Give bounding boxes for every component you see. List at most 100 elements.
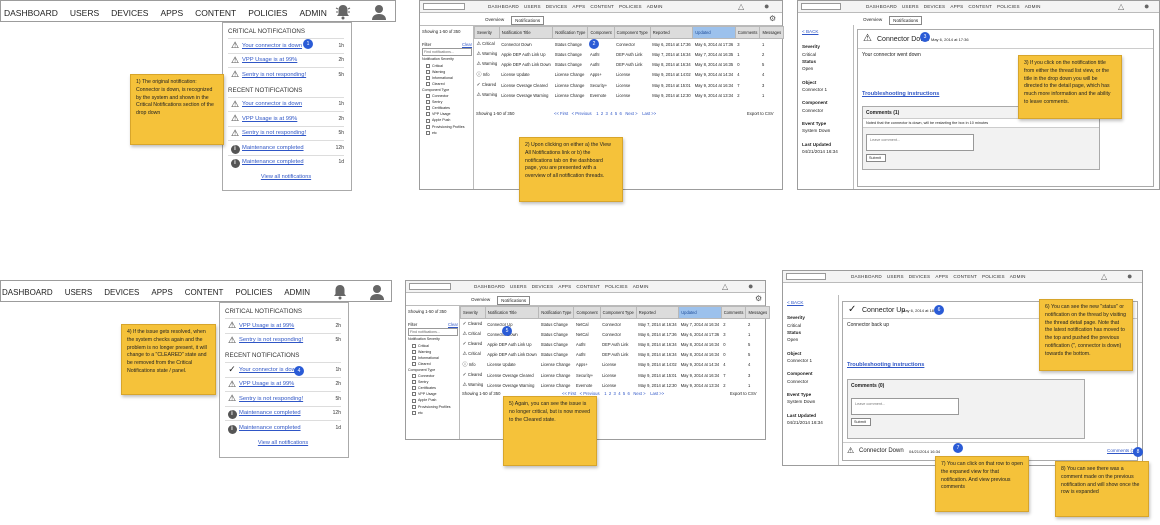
table-row[interactable]: ⚠ Warning License Overage Warning License …: [461, 380, 770, 390]
nav-apps[interactable]: APPS: [950, 4, 963, 9]
back-link[interactable]: < BACK: [802, 28, 850, 35]
nav-users[interactable]: USERS: [524, 4, 541, 9]
nav-apps[interactable]: APPS: [151, 288, 172, 297]
tab-notifications[interactable]: Notifications: [497, 296, 531, 305]
table-row[interactable]: ⚠ Warning Apple DEP Auth Link Down Status …: [475, 59, 784, 69]
table-row[interactable]: ⚠ Critical Apple DEP Auth Link Down Status…: [461, 349, 770, 359]
clear-filter-link[interactable]: Clear: [462, 41, 472, 48]
table-row[interactable]: ✓ Cleared License Overage Cleared License …: [475, 80, 784, 90]
table-row[interactable]: ⓘ Info License Update License Change Apps+ L…: [475, 69, 784, 80]
nav-dashboard[interactable]: DASHBOARD: [474, 284, 505, 289]
nav-dashboard[interactable]: DASHBOARD: [2, 288, 53, 297]
nav-policies[interactable]: POLICIES: [982, 274, 1005, 279]
checkbox[interactable]: [412, 392, 416, 397]
component-filter-option[interactable]: Provisioning Profiles: [422, 124, 472, 130]
column-header[interactable]: Severity: [474, 26, 500, 39]
bell-icon[interactable]: [335, 4, 351, 20]
checkbox[interactable]: [426, 63, 430, 68]
nav-devices[interactable]: DEVICES: [924, 4, 946, 9]
table-cell[interactable]: License Update: [485, 359, 539, 370]
column-header[interactable]: Comments: [720, 306, 747, 319]
notification-title-link[interactable]: Maintenance completed: [239, 410, 325, 416]
component-filter-option[interactable]: etc: [408, 410, 458, 416]
column-header[interactable]: Messages: [759, 26, 785, 39]
export-csv-button[interactable]: Export to CSV: [730, 391, 757, 396]
user-avatar-icon[interactable]: ●: [1144, 1, 1149, 11]
notification-title-link[interactable]: Sentry is not responding!: [239, 396, 325, 402]
table-row[interactable]: ⚠ Warning License Overage Warning License …: [475, 90, 784, 100]
bell-icon[interactable]: △: [738, 2, 744, 11]
column-header[interactable]: Updated: [678, 306, 722, 319]
notification-row[interactable]: i Maintenance completed 1d: [225, 420, 341, 435]
column-header[interactable]: Component Type: [613, 26, 651, 39]
nav-users[interactable]: USERS: [510, 284, 527, 289]
column-header[interactable]: Reported: [649, 26, 694, 39]
nav-policies[interactable]: POLICIES: [997, 4, 1020, 9]
nav-admin[interactable]: ADMIN: [1025, 4, 1041, 9]
notification-title-link[interactable]: Your connector is down: [239, 367, 325, 373]
checkbox[interactable]: [412, 404, 416, 409]
nav-admin[interactable]: ADMIN: [647, 4, 663, 9]
table-cell[interactable]: Apple DEP Auth Link Up: [499, 49, 553, 59]
table-cell[interactable]: License Overage Cleared: [485, 370, 539, 380]
table-cell[interactable]: Apple DEP Auth Link Down: [485, 349, 539, 359]
export-csv-button[interactable]: Export to CSV: [747, 111, 774, 116]
column-header[interactable]: Severity: [460, 306, 486, 319]
view-all-link[interactable]: View all notifications: [258, 440, 308, 446]
checkbox[interactable]: [412, 398, 416, 403]
notification-row[interactable]: i Maintenance completed 12h: [225, 405, 341, 421]
submit-button[interactable]: Submit: [866, 154, 886, 162]
nav-apps[interactable]: APPS: [935, 274, 948, 279]
user-avatar-icon[interactable]: ●: [748, 281, 753, 291]
table-cell[interactable]: License Overage Warning: [499, 90, 553, 100]
nav-devices[interactable]: DEVICES: [111, 8, 148, 18]
bell-icon[interactable]: △: [722, 282, 728, 291]
tab-overview[interactable]: Overview: [468, 296, 493, 305]
notification-row[interactable]: ⚠ Your connector is down 1h: [228, 38, 344, 53]
column-header[interactable]: Component: [573, 306, 601, 319]
column-header[interactable]: Component Type: [599, 306, 637, 319]
notification-row[interactable]: ⚠ VPP Usage is at 99% 2h: [225, 376, 341, 392]
table-row[interactable]: ✓ Cleared License Overage Cleared License …: [461, 370, 770, 380]
checkbox[interactable]: [412, 386, 416, 391]
nav-admin[interactable]: ADMIN: [1010, 274, 1026, 279]
tab-notifications[interactable]: Notifications: [511, 16, 545, 25]
nav-content[interactable]: CONTENT: [185, 288, 224, 297]
column-header[interactable]: Component: [587, 26, 615, 39]
nav-dashboard[interactable]: DASHBOARD: [851, 274, 882, 279]
notification-title-link[interactable]: Your connector is down: [242, 43, 328, 49]
column-header[interactable]: Messages: [745, 306, 771, 319]
column-header[interactable]: Notification Type: [552, 26, 589, 39]
nav-dashboard[interactable]: DASHBOARD: [488, 4, 519, 9]
checkbox[interactable]: [426, 124, 430, 129]
nav-users[interactable]: USERS: [65, 288, 93, 297]
nav-admin[interactable]: ADMIN: [299, 8, 326, 18]
nav-devices[interactable]: DEVICES: [546, 4, 568, 9]
nav-content[interactable]: CONTENT: [195, 8, 236, 18]
comment-input[interactable]: Leave comment...: [851, 398, 959, 415]
column-header[interactable]: Updated: [692, 26, 736, 39]
checkbox[interactable]: [426, 100, 430, 105]
submit-button[interactable]: Submit: [851, 418, 871, 426]
nav-devices[interactable]: DEVICES: [104, 288, 139, 297]
user-avatar-icon[interactable]: [372, 4, 386, 20]
notification-title-link[interactable]: VPP Usage is at 99%: [239, 381, 325, 387]
nav-policies[interactable]: POLICIES: [248, 8, 287, 18]
nav-policies[interactable]: POLICIES: [619, 4, 642, 9]
notification-title-link[interactable]: Sentry is not responding!: [242, 130, 328, 136]
notification-title-link[interactable]: Your connector is down: [242, 101, 328, 107]
user-avatar-icon[interactable]: ●: [764, 1, 769, 11]
pagination[interactable]: << First < Previous 1 2 3 4 5 6 Next > L…: [554, 111, 656, 116]
notification-row[interactable]: ✓ Your connector is down 1h: [225, 362, 341, 377]
nav-users[interactable]: USERS: [70, 8, 99, 18]
filter-search-input[interactable]: Find notifications...: [422, 48, 472, 57]
tab-notifications[interactable]: Notifications: [889, 16, 923, 25]
bell-icon[interactable]: △: [1118, 2, 1124, 11]
notification-row[interactable]: ⚠ VPP Usage is at 99% 2h: [228, 111, 344, 126]
checkbox[interactable]: [426, 130, 430, 135]
nav-users[interactable]: USERS: [887, 274, 904, 279]
checkbox[interactable]: [426, 112, 430, 117]
nav-apps[interactable]: APPS: [558, 284, 571, 289]
notification-title-link[interactable]: Sentry is not responding!: [239, 337, 325, 343]
nav-dashboard[interactable]: DASHBOARD: [4, 8, 58, 18]
